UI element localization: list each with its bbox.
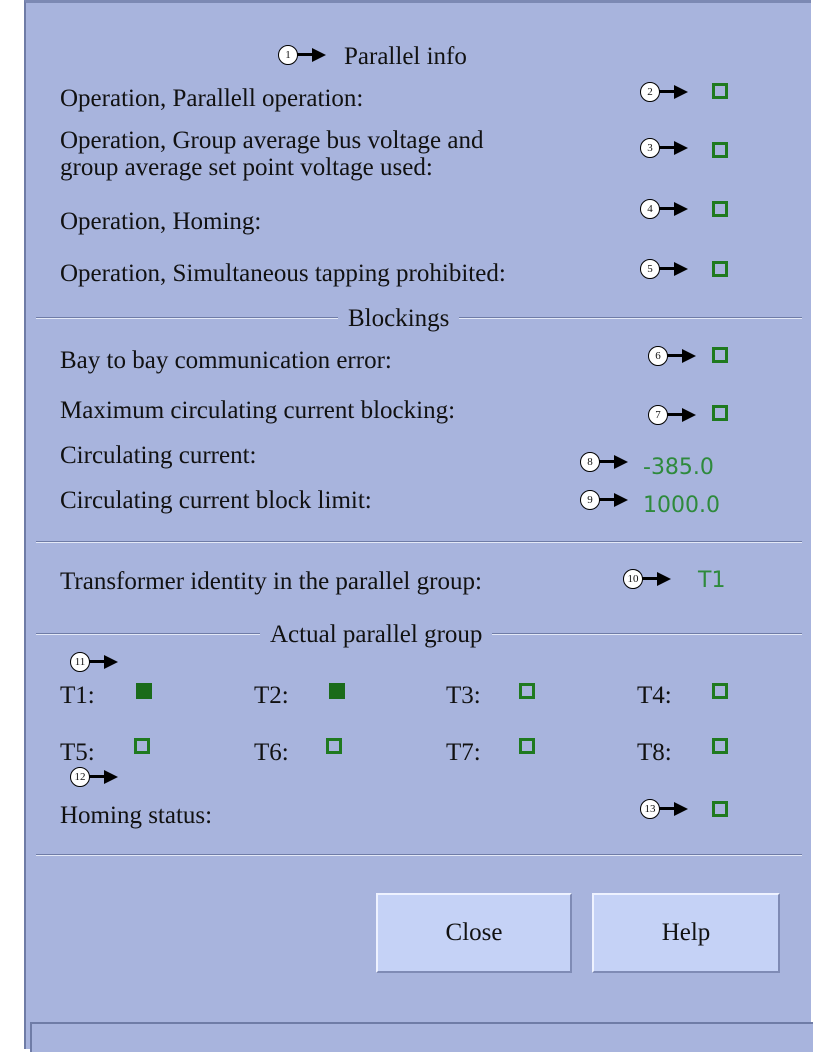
indicator-group-t7: [519, 738, 535, 754]
callout-number: 5: [640, 259, 660, 279]
separator-buttons: [36, 854, 802, 856]
indicator-homing-status: [712, 801, 728, 817]
indicator-group-t5: [134, 738, 150, 754]
indicator-group-t3: [519, 683, 535, 699]
indicator-group-t1: [136, 683, 152, 699]
indicator-group-average: [712, 142, 728, 158]
label-circulating-current: Circulating current:: [60, 442, 257, 469]
value-transformer-identity: T1: [698, 568, 726, 593]
callout-number: 7: [648, 405, 668, 425]
indicator-bay-to-bay: [712, 347, 728, 363]
group-label-t5: T5:: [60, 739, 95, 766]
parallel-info-dialog: Parallel info Operation, Parallell opera…: [24, 0, 813, 1052]
label-bay-to-bay: Bay to bay communication error:: [60, 347, 392, 374]
indicator-parallel-operation: [712, 83, 728, 99]
group-label-t3: T3:: [446, 682, 481, 709]
label-group-average-line1: Operation, Group average bus voltage and: [60, 127, 484, 154]
callout-number: 11: [70, 652, 90, 672]
section-title-actual-parallel-group: Actual parallel group: [260, 621, 493, 649]
group-label-t7: T7:: [446, 739, 481, 766]
group-label-t8: T8:: [637, 739, 672, 766]
status-bar: [30, 1022, 813, 1052]
group-label-t6: T6:: [254, 739, 289, 766]
value-circulating-current: -385.0: [643, 455, 714, 480]
label-max-circulating-block: Maximum circulating current blocking:: [60, 397, 456, 424]
indicator-group-t8: [712, 738, 728, 754]
indicator-group-t2: [329, 683, 345, 699]
indicator-group-t6: [326, 738, 342, 754]
indicator-simultaneous-tapping: [712, 261, 728, 277]
callout-number: 4: [640, 199, 660, 219]
label-transformer-identity: Transformer identity in the parallel gro…: [60, 568, 482, 595]
label-group-average-line2: group average set point voltage used:: [60, 154, 433, 181]
separator-transformer: [36, 541, 802, 543]
indicator-homing: [712, 201, 728, 217]
help-button[interactable]: Help: [592, 893, 780, 973]
group-label-t2: T2:: [254, 682, 289, 709]
callout-number: 1: [278, 45, 298, 65]
callout-number: 12: [70, 767, 90, 787]
group-label-t1: T1:: [60, 682, 95, 709]
callout-number: 8: [580, 452, 600, 472]
label-simultaneous-tapping: Operation, Simultaneous tapping prohibit…: [60, 260, 506, 287]
label-circulating-limit: Circulating current block limit:: [60, 487, 372, 514]
section-title-parallel-info: Parallel info: [344, 43, 467, 70]
close-button[interactable]: Close: [376, 893, 572, 973]
callout-number: 2: [640, 82, 660, 102]
callout-number: 6: [648, 346, 668, 366]
label-homing: Operation, Homing:: [60, 208, 262, 235]
callout-number: 3: [640, 138, 660, 158]
indicator-max-circulating-block: [712, 405, 728, 421]
label-parallel-operation: Operation, Parallell operation:: [60, 85, 364, 112]
callout-number: 13: [640, 799, 660, 819]
callout-number: 10: [623, 569, 643, 589]
callout-number: 9: [580, 490, 600, 510]
indicator-group-t4: [712, 683, 728, 699]
value-circulating-limit: 1000.0: [643, 493, 720, 518]
section-title-blockings: Blockings: [338, 305, 460, 333]
group-label-t4: T4:: [637, 682, 672, 709]
label-homing-status: Homing status:: [60, 802, 213, 829]
